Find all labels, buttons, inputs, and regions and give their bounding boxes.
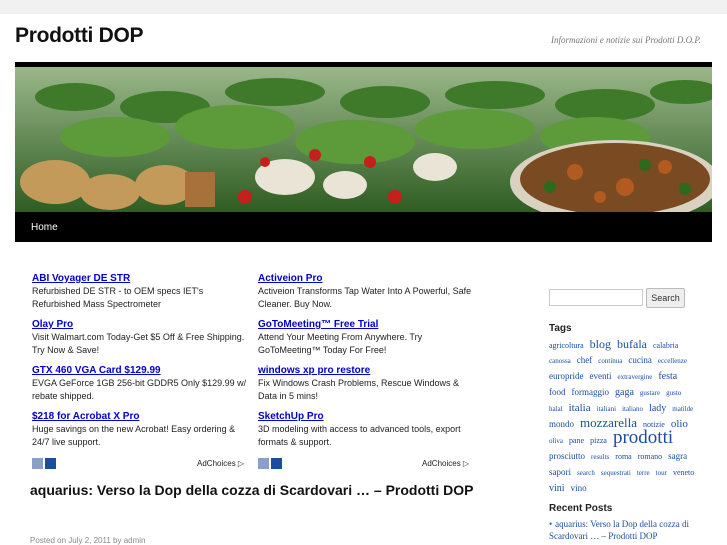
tag-link[interactable]: oliva xyxy=(549,437,563,445)
tag-link[interactable]: lady xyxy=(649,403,666,414)
tag-link[interactable]: gaga xyxy=(615,387,634,398)
bullet-icon: • xyxy=(549,519,553,529)
tag-link[interactable]: mondo xyxy=(549,419,574,429)
ad-title[interactable]: SketchUp Pro xyxy=(258,410,478,423)
recent-posts-list: • aquarius: Verso la Dop della cozza di S… xyxy=(549,518,699,542)
ad-text: Attend Your Meeting From Anywhere. Try G… xyxy=(258,332,423,355)
recent-post-link[interactable]: aquarius: Verso la Dop della cozza di Sc… xyxy=(549,519,689,541)
ad-title[interactable]: Olay Pro xyxy=(32,318,252,331)
tag-link[interactable]: results xyxy=(591,453,609,461)
ad-pager-right xyxy=(258,458,282,469)
tag-link[interactable]: vini xyxy=(549,483,565,494)
tag-cloud: agricoltura blog bufala calabria canossa… xyxy=(549,337,699,495)
tag-link[interactable]: eventi xyxy=(589,371,611,381)
tag-link[interactable]: continua xyxy=(598,357,622,365)
ad-title[interactable]: Activeion Pro xyxy=(258,272,478,285)
ad-title[interactable]: GoToMeeting™ Free Trial xyxy=(258,318,478,331)
ad-title[interactable]: windows xp pro restore xyxy=(258,364,478,377)
tag-link[interactable]: europride xyxy=(549,371,583,381)
ad-text: 3D modeling with access to advanced tool… xyxy=(258,424,461,447)
ad-item[interactable]: SketchUp Pro 3D modeling with access to … xyxy=(258,410,478,449)
ad-text: Visit Walmart.com Today-Get $5 Off & Fre… xyxy=(32,332,245,355)
tag-link[interactable]: italiano xyxy=(622,405,643,413)
post-meta: Posted on July 2, 2011 by admin xyxy=(30,536,146,545)
ad-title[interactable]: $218 for Acrobat X Pro xyxy=(32,410,252,423)
ad-prev-arrow-icon[interactable] xyxy=(258,458,269,469)
tag-link[interactable]: olio xyxy=(671,418,688,430)
top-bar xyxy=(0,0,727,14)
tag-link[interactable]: gusto xyxy=(666,389,681,397)
tags-widget-title: Tags xyxy=(549,323,572,334)
tag-link[interactable]: formaggio xyxy=(572,387,610,397)
search-input[interactable] xyxy=(549,289,643,306)
ad-item[interactable]: Activeion Pro Activeion Transforms Tap W… xyxy=(258,272,478,311)
site-title[interactable]: Prodotti DOP xyxy=(15,24,144,48)
tag-link[interactable]: food xyxy=(549,387,566,397)
ad-text: Fix Windows Crash Problems, Rescue Windo… xyxy=(258,378,460,401)
tag-link[interactable]: pizza xyxy=(590,436,607,445)
tag-link[interactable]: chef xyxy=(577,355,593,365)
tag-link[interactable]: tour xyxy=(656,469,667,477)
tag-link[interactable]: veneto xyxy=(673,468,694,477)
search-button[interactable]: Search xyxy=(646,288,685,308)
ad-title[interactable]: ABI Voyager DE STR xyxy=(32,272,252,285)
ad-column-left: ABI Voyager DE STR Refurbished DE STR - … xyxy=(32,272,252,456)
tag-link[interactable]: sequestrati xyxy=(601,469,631,477)
tag-link[interactable]: vino xyxy=(571,483,587,493)
tag-link[interactable]: pane xyxy=(569,436,584,445)
tag-link[interactable]: gustare xyxy=(640,389,660,397)
ad-text: Activeion Transforms Tap Water Into A Po… xyxy=(258,286,472,309)
tag-link[interactable]: agricoltura xyxy=(549,341,584,350)
tag-link[interactable]: eccellenze xyxy=(658,357,687,365)
header-banner-image xyxy=(15,67,712,212)
tag-link[interactable]: search xyxy=(577,469,595,477)
tag-link[interactable]: prodotti xyxy=(613,427,673,448)
recent-post-item[interactable]: • aquarius: Verso la Dop della cozza di S… xyxy=(549,518,699,542)
tag-link[interactable]: calabria xyxy=(653,341,678,350)
ad-item[interactable]: ABI Voyager DE STR Refurbished DE STR - … xyxy=(32,272,252,311)
ad-text: EVGA GeForce 1GB 256-bit GDDR5 Only $129… xyxy=(32,378,247,401)
tag-link[interactable]: sagra xyxy=(668,451,687,461)
tag-link[interactable]: festa xyxy=(658,371,677,382)
banner-illustration xyxy=(15,67,712,212)
tag-link[interactable]: roma xyxy=(615,452,631,461)
ad-next-arrow-icon[interactable] xyxy=(45,458,56,469)
adchoices-link[interactable]: AdChoices ▷ xyxy=(422,459,469,468)
ad-item[interactable]: $218 for Acrobat X Pro Huge savings on t… xyxy=(32,410,252,449)
tag-link[interactable]: extravergine xyxy=(617,373,652,381)
ad-next-arrow-icon[interactable] xyxy=(271,458,282,469)
tag-link[interactable]: blog xyxy=(590,337,611,351)
nav-home-link[interactable]: Home xyxy=(31,222,58,233)
tag-link[interactable]: cucina xyxy=(628,355,651,365)
tag-link[interactable]: halal xyxy=(549,405,563,413)
ad-item[interactable]: GoToMeeting™ Free Trial Attend Your Meet… xyxy=(258,318,478,357)
ad-column-right: Activeion Pro Activeion Transforms Tap W… xyxy=(258,272,478,456)
ad-text: Huge savings on the new Acrobat! Easy or… xyxy=(32,424,236,447)
tag-link[interactable]: matilde xyxy=(672,405,693,413)
ad-item[interactable]: Olay Pro Visit Walmart.com Today-Get $5 … xyxy=(32,318,252,357)
tag-link[interactable]: prosciutto xyxy=(549,451,585,461)
recent-posts-title: Recent Posts xyxy=(549,503,613,514)
tag-link[interactable]: canossa xyxy=(549,357,571,365)
tag-link[interactable]: italiani xyxy=(597,405,616,413)
tag-link[interactable]: romano xyxy=(638,452,662,461)
ad-pager-left xyxy=(32,458,56,469)
ad-title[interactable]: GTX 460 VGA Card $129.99 xyxy=(32,364,252,377)
tag-link[interactable]: terre xyxy=(637,469,650,477)
ad-prev-arrow-icon[interactable] xyxy=(32,458,43,469)
tag-link[interactable]: sapori xyxy=(549,467,571,477)
adchoices-link[interactable]: AdChoices ▷ xyxy=(197,459,244,468)
ad-item[interactable]: windows xp pro restore Fix Windows Crash… xyxy=(258,364,478,403)
main-navigation: Home xyxy=(15,212,712,242)
tag-link[interactable]: bufala xyxy=(617,337,647,351)
tag-link[interactable]: italia xyxy=(569,402,591,414)
ad-text: Refurbished DE STR - to OEM specs IET's … xyxy=(32,286,204,309)
post-title[interactable]: aquarius: Verso la Dop della cozza di Sc… xyxy=(30,480,510,500)
ad-item[interactable]: GTX 460 VGA Card $129.99 EVGA GeForce 1G… xyxy=(32,364,252,403)
site-description: Informazioni e notizie sui Prodotti D.O.… xyxy=(550,35,701,45)
